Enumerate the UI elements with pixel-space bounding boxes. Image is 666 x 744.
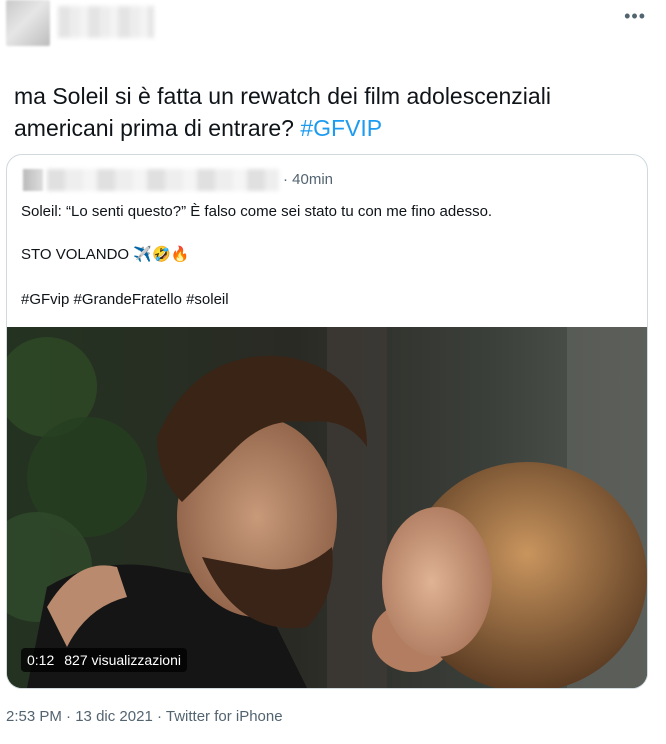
tweet-text-line1: ma Soleil si è fatta un rewatch dei film… xyxy=(14,83,551,109)
video-info-badge: 0:12 827 visualizzazioni xyxy=(21,648,187,672)
quoted-author-name-blurred xyxy=(47,169,279,191)
tweet-time[interactable]: 2:53 PM xyxy=(6,708,62,725)
quoted-tweet[interactable]: · 40min Soleil: “Lo senti questo?” È fal… xyxy=(6,154,648,689)
meta-separator: · xyxy=(61,708,76,725)
quoted-timestamp[interactable]: · 40min xyxy=(283,171,333,188)
emoji-group: ✈️🤣🔥 xyxy=(133,246,190,263)
quoted-text-sto-volando: STO VOLANDO xyxy=(21,246,134,263)
tweet-text-line2: americani prima di entrare? xyxy=(14,115,301,141)
tweet-meta: 2:53 PM · 13 dic 2021 · Twitter for iPho… xyxy=(6,708,283,725)
hashtag-link[interactable]: #GFVIP xyxy=(300,115,382,141)
video-duration: 0:12 xyxy=(27,652,55,668)
video-views: 827 visualizzazioni xyxy=(64,652,181,668)
tweet-text: ma Soleil si è fatta un rewatch dei film… xyxy=(14,80,644,144)
quoted-text-line2: STO VOLANDO ✈️🤣🔥 xyxy=(21,245,189,263)
tweet-date[interactable]: 13 dic 2021 xyxy=(75,708,153,725)
video-thumbnail xyxy=(7,327,647,688)
more-options-icon[interactable]: ••• xyxy=(624,6,646,27)
author-avatar[interactable] xyxy=(6,0,50,46)
quoted-hashtags[interactable]: #GFvip #GrandeFratello #soleil xyxy=(21,291,229,308)
tweet-source[interactable]: Twitter for iPhone xyxy=(166,708,283,725)
video-player[interactable]: 0:12 827 visualizzazioni xyxy=(7,327,647,688)
meta-separator: · xyxy=(152,708,166,725)
author-name-blurred[interactable] xyxy=(58,6,154,38)
quoted-author-avatar xyxy=(23,169,43,191)
quoted-text-line1: Soleil: “Lo senti questo?” È falso come … xyxy=(21,203,493,220)
